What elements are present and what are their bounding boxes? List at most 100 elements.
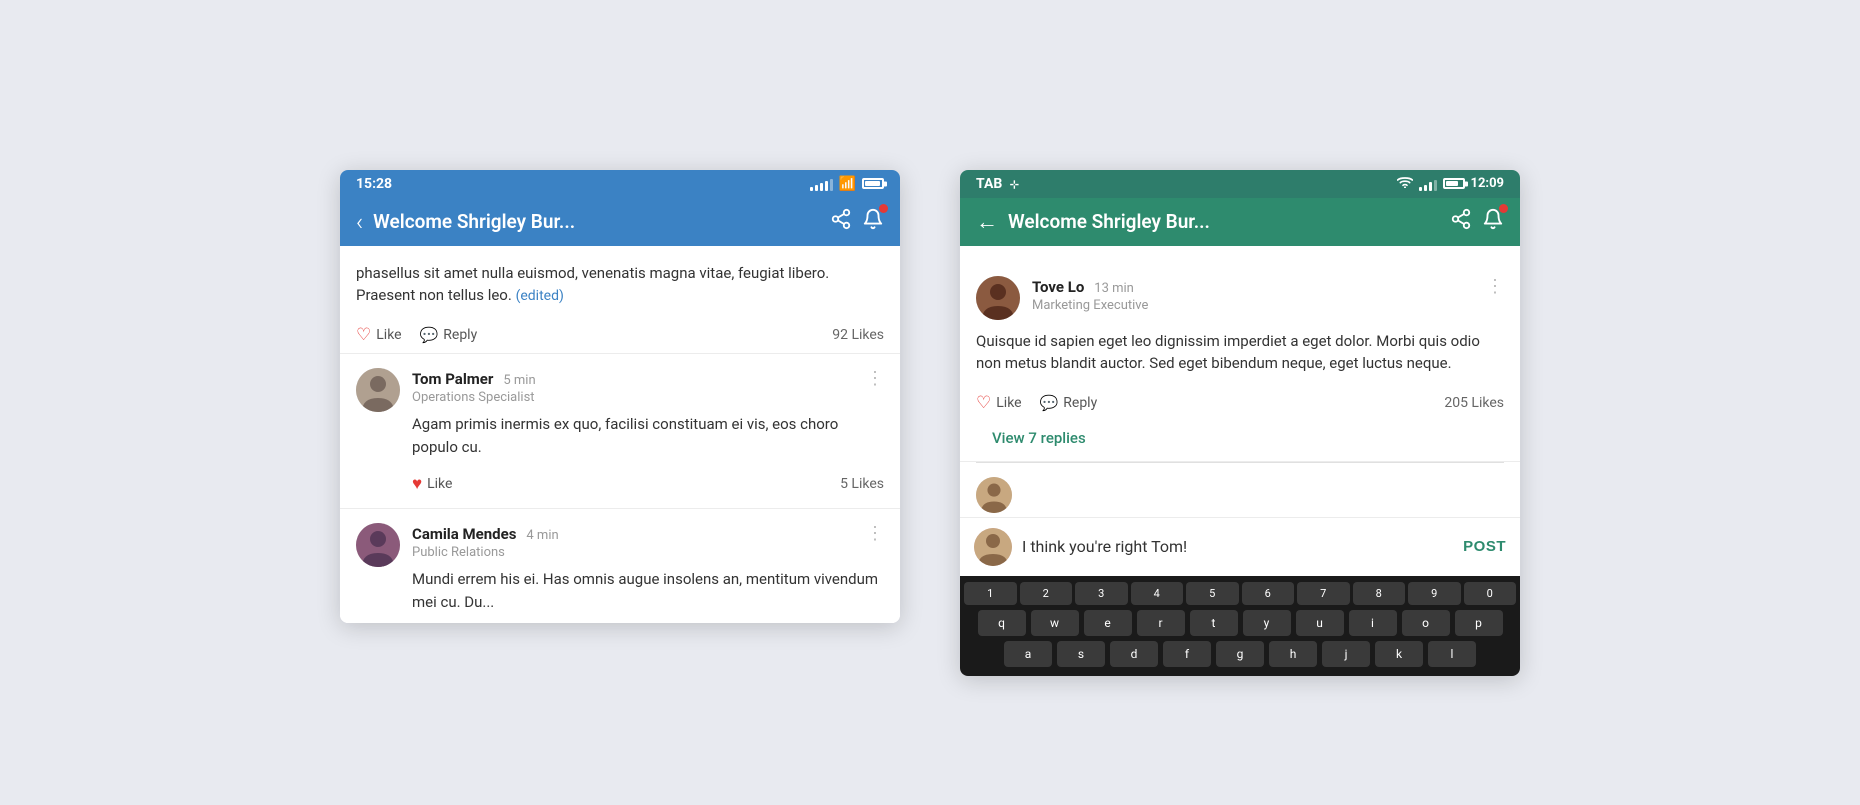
- likes-count-1: 92 Likes: [832, 327, 884, 343]
- battery-icon-2: [1443, 178, 1465, 189]
- key-7[interactable]: 7: [1297, 582, 1350, 605]
- comment-content-tom: Tom Palmer 5 min ⋮ Operations Specialist…: [412, 368, 884, 508]
- app-bar-1: ‹ Welcome Shrigley Bur...: [340, 198, 900, 246]
- comment-header-camila: Camila Mendes 4 min ⋮: [412, 523, 884, 544]
- key-t[interactable]: t: [1190, 610, 1238, 636]
- key-y[interactable]: y: [1243, 610, 1291, 636]
- comment-camila: Camila Mendes 4 min ⋮ Public Relations M…: [340, 508, 900, 623]
- tab-label-2: TAB ⊹: [976, 176, 1019, 192]
- key-5[interactable]: 5: [1186, 582, 1239, 605]
- key-o[interactable]: o: [1402, 610, 1450, 636]
- keyboard-number-row: 1 2 3 4 5 6 7 8 9 0: [964, 582, 1516, 605]
- comment-time-tom: 5 min: [503, 373, 535, 388]
- heart-outline-icon-tove: ♡: [976, 393, 991, 413]
- key-4[interactable]: 4: [1131, 582, 1184, 605]
- top-post-1: phasellus sit amet nulla euismod, venena…: [340, 246, 900, 355]
- input-area: I think you're right Tom! POST: [960, 517, 1520, 576]
- heart-outline-icon-1: ♡: [356, 325, 371, 345]
- tove-comment-header: Tove Lo 13 min ⋮ Marketing Executive: [976, 262, 1504, 320]
- tove-post-text: Quisque id sapien eget leo dignissim imp…: [976, 320, 1504, 385]
- comment-name-camila: Camila Mendes: [412, 525, 516, 543]
- time-2: 12:09: [1471, 176, 1505, 191]
- status-bar-2: TAB ⊹: [960, 170, 1520, 198]
- key-d[interactable]: d: [1110, 641, 1158, 667]
- like-button-1[interactable]: ♡ Like: [356, 325, 402, 345]
- key-8[interactable]: 8: [1353, 582, 1406, 605]
- avatar-partial: [976, 477, 1012, 513]
- status-icons-1: 📶: [810, 176, 884, 192]
- app-bar-2: ← Welcome Shrigley Bur...: [960, 198, 1520, 246]
- more-options-camila[interactable]: ⋮: [862, 523, 884, 544]
- phone-1: 15:28 📶 ‹ Welcome Shrigley Bur...: [340, 170, 900, 624]
- app-title-1: Welcome Shrigley Bur...: [373, 210, 820, 233]
- wifi-icon-1: 📶: [839, 176, 856, 192]
- view-replies-btn[interactable]: View 7 replies: [976, 421, 1504, 461]
- key-0[interactable]: 0: [1464, 582, 1517, 605]
- comment-time-camila: 4 min: [526, 528, 558, 543]
- key-h[interactable]: h: [1269, 641, 1317, 667]
- like-btn-tove[interactable]: ♡ Like: [976, 393, 1022, 413]
- comment-actions-tom: ♥ Like 5 Likes: [412, 468, 884, 508]
- avatar-tom: [356, 368, 400, 412]
- key-w[interactable]: w: [1031, 610, 1079, 636]
- comment-content-camila: Camila Mendes 4 min ⋮ Public Relations M…: [412, 523, 884, 623]
- likes-count-tom: 5 Likes: [840, 476, 884, 492]
- avatar-tove: [976, 276, 1020, 320]
- share-button-2[interactable]: [1450, 208, 1472, 236]
- time-1: 15:28: [356, 176, 392, 192]
- post-text-1: phasellus sit amet nulla euismod, venena…: [356, 262, 884, 318]
- gps-icon-2: ⊹: [1010, 178, 1019, 191]
- like-btn-tom[interactable]: ♥ Like: [412, 474, 452, 494]
- key-u[interactable]: u: [1296, 610, 1344, 636]
- key-6[interactable]: 6: [1242, 582, 1295, 605]
- keyboard-row-2: a s d f g h j k l: [964, 641, 1516, 667]
- reply-btn-tove[interactable]: 💬 Reply: [1040, 394, 1098, 412]
- key-s[interactable]: s: [1057, 641, 1105, 667]
- back-button-2[interactable]: ←: [976, 209, 998, 235]
- signal-icon-2: [1419, 177, 1437, 191]
- status-bar-1: 15:28 📶: [340, 170, 900, 198]
- notification-button-1[interactable]: [862, 208, 884, 236]
- key-p[interactable]: p: [1455, 610, 1503, 636]
- key-2[interactable]: 2: [1020, 582, 1073, 605]
- status-icons-2: 12:09: [1397, 176, 1505, 191]
- key-f[interactable]: f: [1163, 641, 1211, 667]
- key-j[interactable]: j: [1322, 641, 1370, 667]
- partial-next-comment: [960, 463, 1520, 517]
- reply-button-1[interactable]: 💬 Reply: [420, 326, 478, 344]
- key-e[interactable]: e: [1084, 610, 1132, 636]
- key-q[interactable]: q: [978, 610, 1026, 636]
- key-a[interactable]: a: [1004, 641, 1052, 667]
- notification-button-2[interactable]: [1482, 208, 1504, 236]
- content-1: phasellus sit amet nulla euismod, venena…: [340, 246, 900, 624]
- app-title-2: Welcome Shrigley Bur...: [1008, 210, 1440, 233]
- tove-post: Tove Lo 13 min ⋮ Marketing Executive Qui…: [960, 246, 1520, 462]
- key-k[interactable]: k: [1375, 641, 1423, 667]
- key-i[interactable]: i: [1349, 610, 1397, 636]
- avatar-camila: [356, 523, 400, 567]
- post-button[interactable]: POST: [1463, 538, 1506, 555]
- keyboard[interactable]: 1 2 3 4 5 6 7 8 9 0 q w e r t y: [960, 576, 1520, 676]
- tove-header-content: Tove Lo 13 min ⋮ Marketing Executive: [1032, 276, 1504, 320]
- comment-input[interactable]: I think you're right Tom!: [1022, 537, 1453, 556]
- comment-tom: Tom Palmer 5 min ⋮ Operations Specialist…: [340, 354, 900, 508]
- post-actions-1: ♡ Like 💬 Reply 92 Likes: [356, 317, 884, 353]
- notification-badge-1: [879, 204, 888, 213]
- more-options-tove[interactable]: ⋮: [1482, 276, 1504, 297]
- input-avatar: [974, 528, 1012, 566]
- tove-name: Tove Lo: [1032, 278, 1084, 296]
- notification-badge-2: [1499, 204, 1508, 213]
- comment-icon-tove: 💬: [1040, 394, 1059, 412]
- heart-icon-tom: ♥: [412, 474, 422, 494]
- key-3[interactable]: 3: [1075, 582, 1128, 605]
- more-options-tom[interactable]: ⋮: [862, 368, 884, 389]
- key-g[interactable]: g: [1216, 641, 1264, 667]
- key-9[interactable]: 9: [1408, 582, 1461, 605]
- phone-2: TAB ⊹: [960, 170, 1520, 676]
- share-button-1[interactable]: [830, 208, 852, 236]
- comment-name-tom: Tom Palmer: [412, 370, 493, 388]
- back-button-1[interactable]: ‹: [356, 208, 363, 236]
- key-1[interactable]: 1: [964, 582, 1017, 605]
- key-l[interactable]: l: [1428, 641, 1476, 667]
- key-r[interactable]: r: [1137, 610, 1185, 636]
